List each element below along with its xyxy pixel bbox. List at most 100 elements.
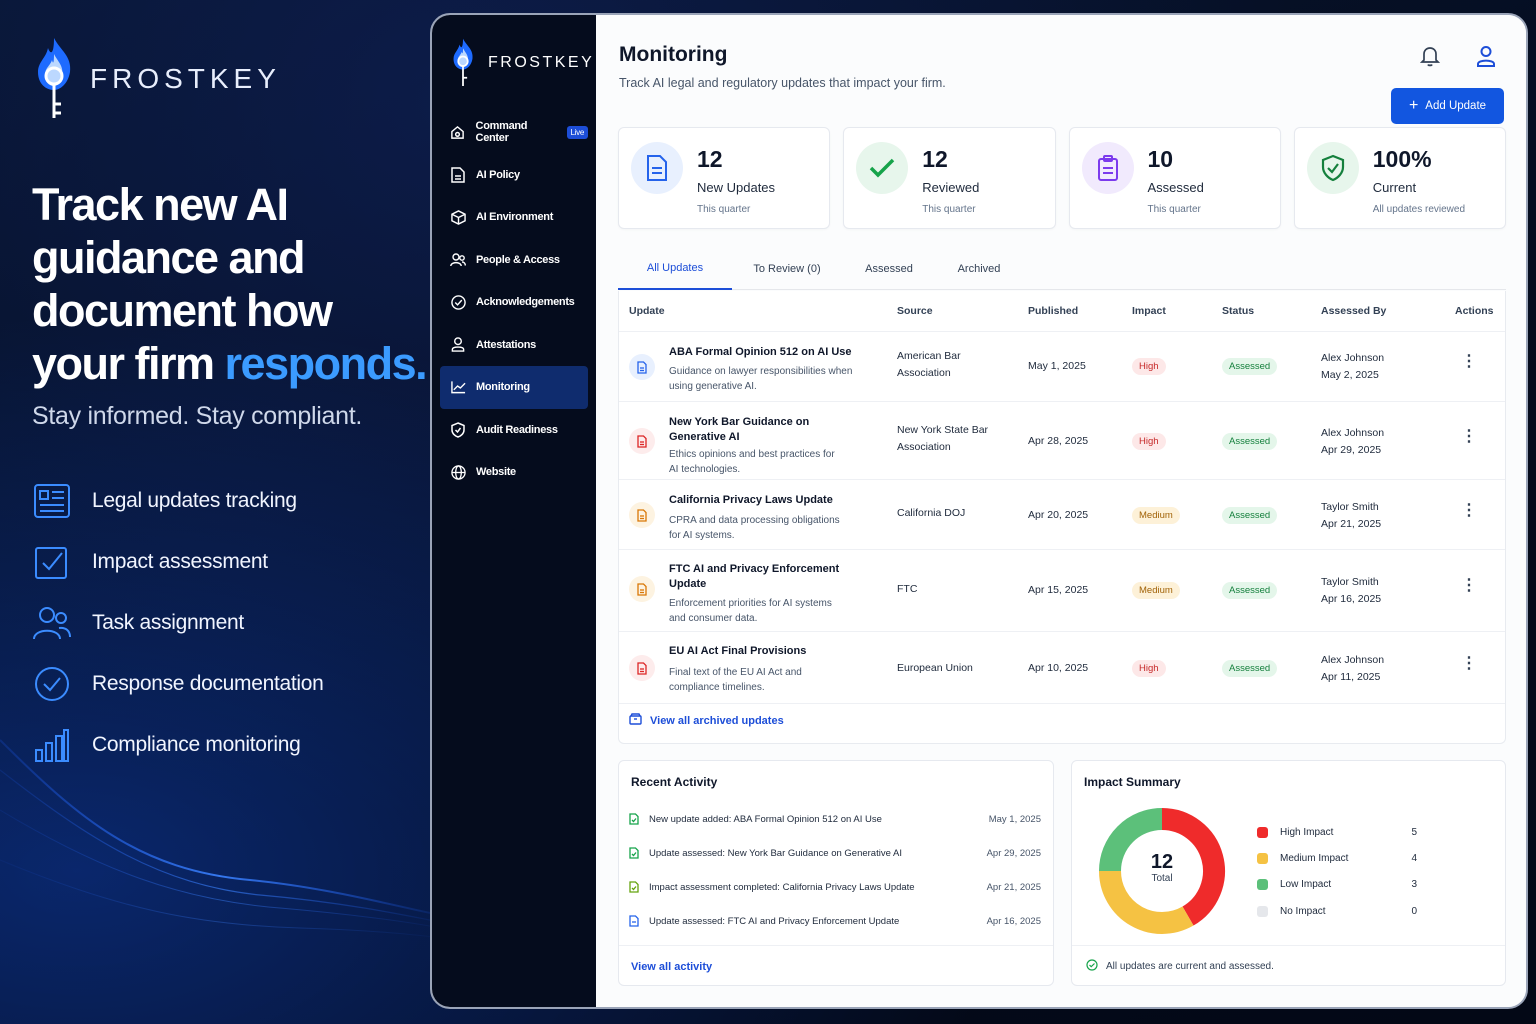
update-title[interactable]: ABA Formal Opinion 512 on AI Use	[669, 345, 859, 360]
view-archived-link[interactable]: View all archived updates	[629, 713, 784, 728]
activity-item[interactable]: Update assessed: New York Bar Guidance o…	[629, 843, 1041, 863]
update-title[interactable]: California Privacy Laws Update	[669, 493, 859, 508]
plus-icon: +	[1408, 97, 1419, 114]
sidebar-item-attestations[interactable]: Attestations	[440, 324, 588, 367]
stat-value: 12	[922, 146, 948, 172]
donut-total-value: 12	[1150, 851, 1174, 873]
news-list-icon	[32, 481, 72, 521]
add-update-button[interactable]: + Add Update	[1391, 88, 1504, 124]
column-header-published: Published	[1028, 305, 1079, 317]
legend-item-none: No Impact 0	[1257, 898, 1417, 924]
table-row[interactable]: EU AI Act Final Provisions Final text of…	[619, 631, 1505, 703]
activity-date: Apr 29, 2025	[986, 847, 1041, 859]
sidebar-brand[interactable]: FROSTKEY	[450, 37, 594, 89]
stat-card-current[interactable]: 100% Current All updates reviewed	[1293, 127, 1506, 229]
tab-assessed[interactable]: Assessed	[842, 248, 936, 290]
update-title[interactable]: New York Bar Guidance on Generative AI	[669, 415, 819, 445]
sidebar: FROSTKEY Command Center Live AI Policy A…	[432, 15, 596, 1007]
update-published: Apr 20, 2025	[1028, 509, 1089, 521]
row-actions-menu-icon[interactable]: ⋮	[1461, 354, 1477, 370]
file-check-icon	[629, 847, 641, 859]
feature-item: Compliance monitoring	[32, 714, 324, 775]
row-actions-menu-icon[interactable]: ⋮	[1461, 429, 1477, 445]
table-row[interactable]: California Privacy Laws Update CPRA and …	[619, 479, 1505, 549]
sidebar-item-label: AI Policy	[476, 168, 520, 181]
row-actions-menu-icon[interactable]: ⋮	[1461, 578, 1477, 594]
document-icon	[629, 428, 655, 454]
stat-cards: 12 New Updates This quarter 12 Reviewed …	[618, 127, 1506, 229]
view-all-activity-link[interactable]: View all activity	[619, 945, 1053, 987]
stat-card-reviewed[interactable]: 12 Reviewed This quarter	[843, 127, 1056, 229]
recent-activity-panel: Recent Activity New update added: ABA Fo…	[618, 760, 1054, 986]
update-description: Ethics opinions and best practices for A…	[669, 449, 835, 475]
sidebar-item-ai-policy[interactable]: AI Policy	[440, 154, 588, 197]
document-icon	[629, 655, 655, 681]
feature-label: Impact assessment	[92, 549, 268, 573]
stat-card-assessed[interactable]: 10 Assessed This quarter	[1068, 127, 1281, 229]
update-title[interactable]: FTC AI and Privacy Enforcement Update	[669, 562, 849, 592]
globe-icon	[450, 464, 466, 480]
flame-key-logo-icon	[38, 38, 71, 118]
person-icon	[450, 337, 466, 353]
sidebar-item-audit-readiness[interactable]: Audit Readiness	[440, 409, 588, 452]
activity-item[interactable]: Impact assessment completed: California …	[629, 877, 1041, 897]
legend-item-high: High Impact 5	[1257, 819, 1417, 845]
sidebar-item-website[interactable]: Website	[440, 451, 588, 494]
status-badge: Assessed	[1222, 582, 1278, 599]
update-published: Apr 10, 2025	[1028, 662, 1089, 674]
status-badge: Assessed	[1222, 507, 1278, 524]
assessed-date: Apr 16, 2025	[1321, 593, 1382, 605]
page-title: Monitoring	[619, 43, 728, 66]
check-icon	[856, 142, 909, 194]
legend-label: Medium Impact	[1280, 852, 1349, 864]
document-icon	[631, 142, 683, 194]
table-row[interactable]: ABA Formal Opinion 512 on AI Use Guidanc…	[619, 331, 1505, 401]
update-published: May 1, 2025	[1028, 360, 1086, 372]
row-actions-menu-icon[interactable]: ⋮	[1461, 656, 1477, 672]
tab-to-review[interactable]: To Review (0)	[732, 248, 842, 290]
impact-badge: Medium	[1132, 582, 1180, 599]
sidebar-item-monitoring[interactable]: Monitoring	[440, 366, 588, 409]
updates-table: Update Source Published Impact Status As…	[618, 291, 1506, 744]
document-icon	[629, 354, 655, 380]
legend-label: No Impact	[1280, 905, 1326, 917]
activity-item[interactable]: Update assessed: FTC AI and Privacy Enfo…	[629, 911, 1041, 931]
update-source: California DOJ	[897, 507, 966, 519]
stat-value: 12	[697, 146, 723, 172]
stat-label: Assessed	[1147, 180, 1204, 195]
activity-text: New update added: ABA Formal Opinion 512…	[649, 813, 882, 825]
stat-sub: This quarter	[697, 204, 751, 215]
legend-value: 0	[1411, 905, 1417, 917]
stat-sub: This quarter	[922, 204, 976, 215]
feature-list: Legal updates tracking Impact assessment…	[32, 470, 324, 775]
sidebar-item-ai-environment[interactable]: AI Environment	[440, 196, 588, 239]
user-icon[interactable]	[1476, 45, 1496, 72]
stat-card-new-updates[interactable]: 12 New Updates This quarter	[618, 127, 831, 229]
update-title[interactable]: EU AI Act Final Provisions	[669, 644, 859, 659]
row-actions-menu-icon[interactable]: ⋮	[1461, 503, 1477, 519]
users-icon	[32, 603, 72, 643]
tab-archived[interactable]: Archived	[936, 248, 1022, 290]
bell-icon[interactable]	[1419, 45, 1441, 72]
update-source: European Union	[897, 662, 973, 674]
update-description: CPRA and data processing obligations for…	[669, 515, 840, 541]
file-icon	[629, 915, 641, 927]
sidebar-item-label: People & Access	[476, 253, 560, 266]
assessed-date: Apr 21, 2025	[1321, 518, 1382, 530]
activity-item[interactable]: New update added: ABA Formal Opinion 512…	[629, 809, 1041, 829]
legend-item-medium: Medium Impact 4	[1257, 845, 1417, 871]
tab-all-updates[interactable]: All Updates	[618, 248, 732, 290]
activity-date: May 1, 2025	[988, 813, 1041, 825]
column-header-actions: Actions	[1455, 305, 1494, 317]
sidebar-item-people-access[interactable]: People & Access	[440, 239, 588, 282]
sidebar-item-label: Website	[476, 466, 516, 479]
hero-headline: Track new AI guidance and document how y…	[32, 178, 432, 390]
column-header-source: Source	[897, 305, 933, 317]
table-row[interactable]: FTC AI and Privacy Enforcement Update En…	[619, 549, 1505, 631]
table-row[interactable]: New York Bar Guidance on Generative AI E…	[619, 401, 1505, 479]
feature-label: Response documentation	[92, 671, 324, 695]
assessor-name: Alex Johnson	[1321, 352, 1385, 364]
feature-label: Task assignment	[92, 610, 244, 634]
sidebar-item-acknowledgements[interactable]: Acknowledgements	[440, 281, 588, 324]
sidebar-item-command-center[interactable]: Command Center Live	[440, 111, 588, 154]
